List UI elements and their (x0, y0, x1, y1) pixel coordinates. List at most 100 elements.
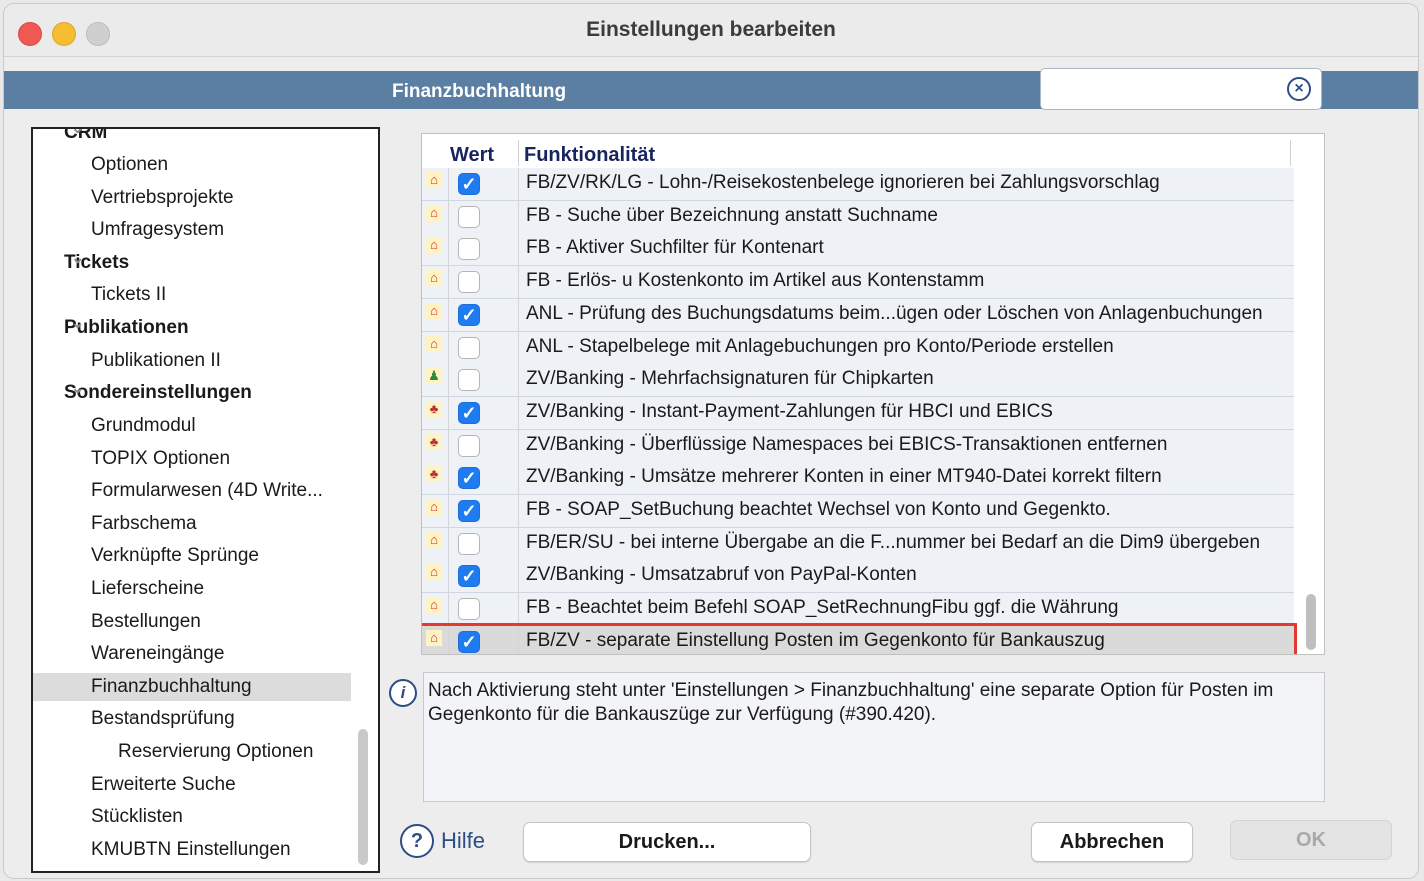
value-checkbox[interactable] (458, 238, 480, 261)
tree-item[interactable]: Stücklisten (91, 803, 183, 831)
table-scrollbar[interactable] (1306, 594, 1316, 650)
house-icon: ⌂ (426, 172, 442, 188)
house-icon: ⌂ (426, 629, 442, 646)
house-icon: ⌂ (426, 531, 442, 548)
settings-tree[interactable]: KMUBTN Einstellungen Stücklisten Erweitert… (31, 127, 380, 873)
tree-item[interactable]: Lieferscheine (91, 575, 204, 603)
tree-item[interactable]: Wareneingänge (91, 640, 224, 668)
table-row[interactable]: ♣ ZV/Banking - Überflüssige Namespaces be… (422, 429, 1294, 463)
tree-item[interactable]: ⌄ CRM (64, 129, 107, 147)
column-divider (518, 233, 519, 266)
tree-item[interactable]: Farbschema (91, 510, 197, 538)
title-bar: Einstellungen bearbeiten (4, 4, 1418, 57)
tree-item[interactable]: ⌄ Sondereinstellungen (64, 379, 252, 407)
column-divider (448, 625, 449, 654)
tree-item[interactable]: Grundmodul (91, 412, 196, 440)
function-label: FB - Suche über Bezeichnung anstatt Such… (526, 204, 938, 226)
tree-item[interactable]: Vertriebsprojekte (91, 184, 234, 212)
table-row[interactable]: ⌂ ✓ ANL - Prüfung des Buchungsdatums beim.… (422, 298, 1294, 332)
tree-item[interactable]: Formularwesen (4D Write... (91, 477, 323, 505)
value-checkbox[interactable]: ✓ (458, 303, 480, 326)
value-checkbox[interactable] (458, 598, 480, 621)
house-icon: ⌂ (426, 270, 442, 287)
column-divider (518, 462, 519, 495)
table-row[interactable]: ♣ ✓ ZV/Banking - Umsätze mehrerer Konten i… (422, 462, 1294, 496)
column-divider (518, 560, 519, 593)
function-label: FB/ZV - separate Einstellung Posten im G… (526, 629, 1105, 651)
value-checkbox[interactable]: ✓ (458, 401, 480, 424)
print-button[interactable]: Drucken... (523, 822, 811, 862)
tree-item[interactable]: ⌄ Bestandsprüfung (91, 705, 235, 733)
window-title: Einstellungen bearbeiten (586, 18, 836, 41)
tree-item[interactable]: Finanzbuchhaltung (33, 673, 351, 701)
table-row[interactable]: ⌂ ✓ FB/ZV - separate Einstellung Posten im… (422, 622, 1297, 654)
value-checkbox[interactable] (458, 434, 480, 457)
table-row[interactable]: ⌂ ✓ FB/ZV/RK/LG - Lohn-/Reisekostenbelege … (422, 168, 1294, 201)
column-divider (518, 298, 519, 331)
tree-item[interactable]: Reservierung Optionen (118, 738, 313, 766)
table-row[interactable]: ⌂ FB - Erlös- u Kostenkonto im Artikel au… (422, 266, 1294, 300)
tree-item-label: Farbschema (91, 513, 197, 534)
column-header-wert[interactable]: Wert (450, 144, 494, 167)
column-divider (448, 396, 449, 429)
table-row[interactable]: ⌂ FB - Beachtet beim Befehl SOAP_SetRechn… (422, 593, 1294, 627)
value-checkbox[interactable] (458, 271, 480, 294)
function-label: ZV/Banking - Umsatzabruf von PayPal-Kont… (526, 564, 917, 586)
tree-item[interactable]: Publikationen II (91, 347, 221, 375)
tree-item[interactable]: TOPIX Optionen (91, 445, 230, 473)
value-checkbox[interactable]: ✓ (458, 467, 480, 490)
chevron-down-icon[interactable]: ⌄ (71, 375, 84, 403)
tree-item[interactable]: Verknüpfte Sprünge (91, 542, 259, 570)
chevron-down-icon[interactable]: ⌄ (71, 245, 84, 273)
value-checkbox[interactable]: ✓ (458, 500, 480, 522)
column-divider (448, 429, 449, 462)
help-link[interactable]: Hilfe (441, 828, 485, 854)
tree-item[interactable]: ⌄ Tickets (64, 249, 129, 277)
column-header-funktion[interactable]: Funktionalität (524, 144, 655, 167)
value-checkbox[interactable]: ✓ (458, 565, 480, 588)
search-input[interactable]: × (1040, 68, 1322, 110)
tree-item-label: Reservierung Optionen (118, 741, 314, 762)
value-checkbox[interactable] (458, 532, 480, 555)
house-icon: ⌂ (426, 335, 442, 352)
house-icon: ⌂ (426, 204, 442, 221)
tree-item[interactable]: KMUBTN Einstellungen (91, 836, 291, 864)
tree-item[interactable]: Umfragesystem (91, 216, 224, 244)
table-row[interactable]: ⌂ ✓ ZV/Banking - Umsatzabruf von PayPal-Ko… (422, 560, 1294, 594)
tree-item-label: KMUBTN Einstellungen (91, 839, 291, 860)
tree-item[interactable]: ⌄ Publikationen (64, 314, 189, 342)
chevron-down-icon[interactable]: ⌄ (71, 310, 84, 338)
tree-scrollbar[interactable] (358, 729, 368, 865)
table-row[interactable]: ♣ ✓ ZV/Banking - Instant-Payment-Zahlungen… (422, 396, 1294, 430)
tree-item[interactable]: Erweiterte Suche (91, 771, 236, 799)
chevron-down-icon[interactable]: ⌄ (125, 701, 138, 729)
description-panel: Nach Aktivierung steht unter 'Einstellun… (423, 672, 1325, 802)
tree-item[interactable]: Bestellungen (91, 608, 201, 636)
table-row[interactable]: ⌂ ANL - Stapelbelege mit Anlagebuchungen … (422, 331, 1294, 365)
network-icon: ♣ (426, 433, 442, 450)
tree-item-label: Vertriebsprojekte (91, 187, 234, 208)
table-row[interactable]: ♟ ZV/Banking - Mehrfachsignaturen für Chi… (422, 364, 1294, 398)
table-row[interactable]: ⌂ FB - Suche über Bezeichnung anstatt Suc… (422, 200, 1294, 234)
function-label: FB - Beachtet beim Befehl SOAP_SetRechnu… (526, 597, 1119, 619)
function-label: ZV/Banking - Instant-Payment-Zahlungen f… (526, 400, 1053, 422)
cancel-button[interactable]: Abbrechen (1031, 822, 1193, 862)
tree-item[interactable]: Optionen (91, 151, 168, 179)
tree-item[interactable]: Tickets II (91, 281, 166, 309)
value-checkbox[interactable] (458, 369, 480, 392)
clear-search-icon[interactable]: × (1287, 77, 1311, 101)
value-checkbox[interactable] (458, 205, 480, 228)
function-label: ZV/Banking - Überflüssige Namespaces bei… (526, 433, 1168, 455)
value-checkbox[interactable]: ✓ (458, 173, 480, 195)
table-row[interactable]: ⌂ ✓ FB - SOAP_SetBuchung beachtet Wechsel … (422, 495, 1294, 528)
value-checkbox[interactable] (458, 336, 480, 359)
ok-button[interactable]: OK (1230, 820, 1392, 860)
house-icon: ⌂ (426, 302, 442, 319)
help-icon[interactable]: ? (400, 824, 434, 858)
function-label: ZV/Banking - Mehrfachsignaturen für Chip… (526, 368, 934, 390)
function-label: FB - SOAP_SetBuchung beachtet Wechsel vo… (526, 499, 1111, 520)
table-row[interactable]: ⌂ FB/ER/SU - bei interne Übergabe an die … (422, 527, 1294, 561)
value-checkbox[interactable]: ✓ (458, 630, 480, 653)
table-row[interactable]: ⌂ FB - Aktiver Suchfilter für Kontenart (422, 233, 1294, 267)
chevron-down-icon[interactable]: ⌄ (71, 129, 84, 143)
